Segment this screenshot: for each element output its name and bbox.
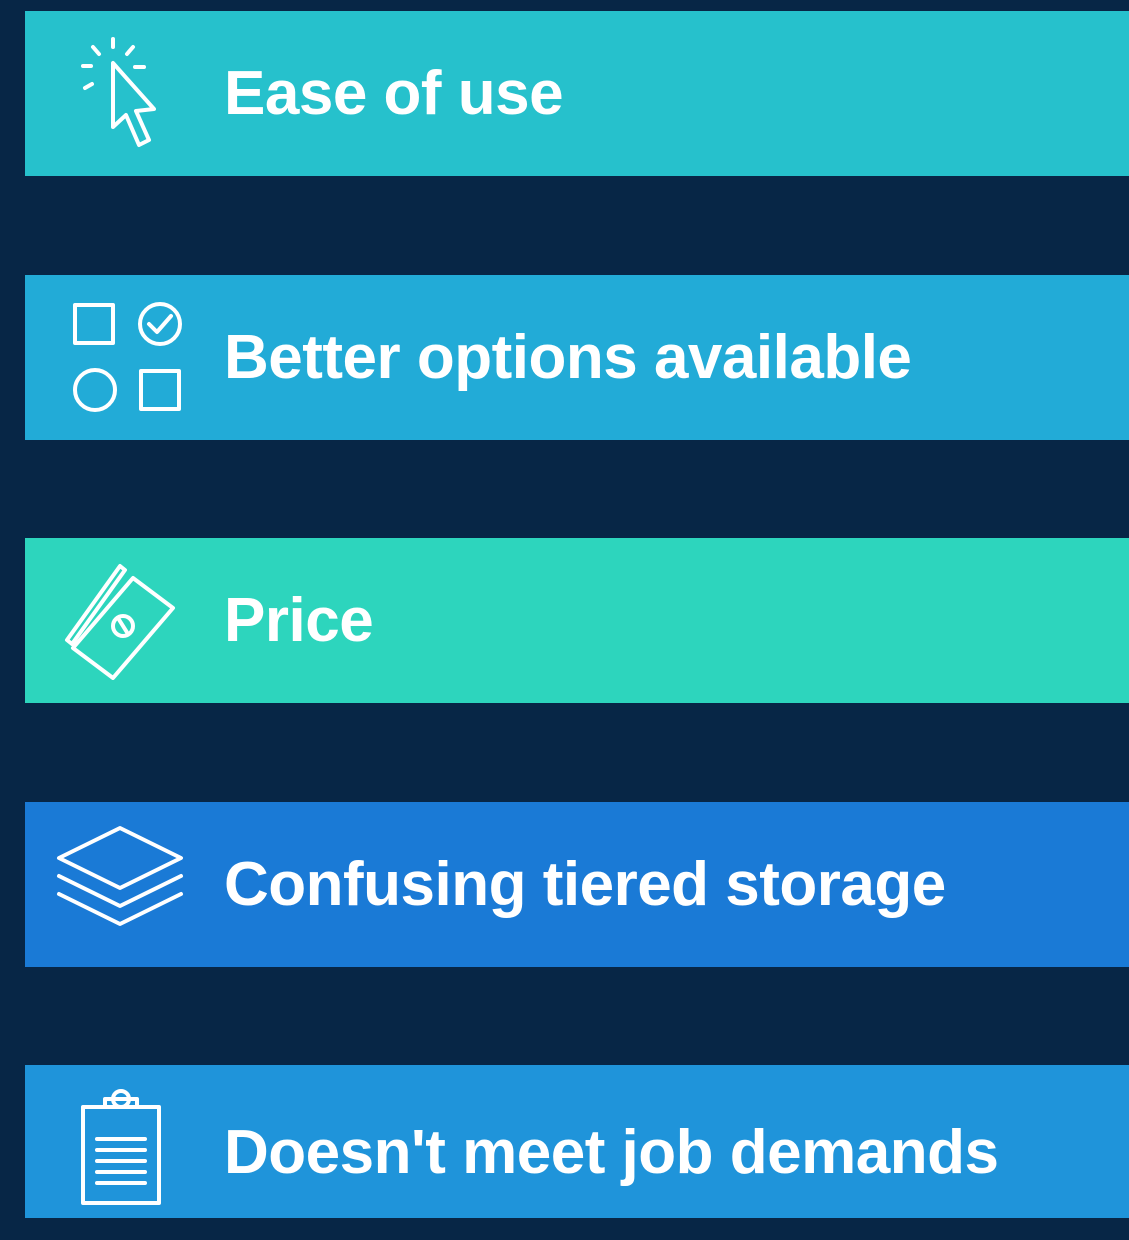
reason-bar-price: Price [25, 538, 1129, 703]
reason-label: Better options available [224, 323, 912, 392]
reason-label: Doesn't meet job demands [224, 1118, 999, 1187]
reason-label: Ease of use [224, 59, 564, 128]
clipboard-icon [55, 1087, 185, 1207]
reason-label: Confusing tiered storage [224, 850, 946, 919]
layers-icon [55, 824, 185, 944]
money-bill-icon [55, 560, 185, 680]
cursor-click-icon [55, 33, 185, 153]
reason-bar-better-options: Better options available [25, 275, 1129, 440]
reason-bar-confusing-tiered-storage: Confusing tiered storage [25, 802, 1129, 967]
reason-bar-ease-of-use: Ease of use [25, 11, 1129, 176]
reason-label: Price [224, 586, 374, 655]
options-checklist-icon [55, 297, 185, 417]
reason-bar-doesnt-meet-job-demands: Doesn't meet job demands [25, 1065, 1129, 1218]
